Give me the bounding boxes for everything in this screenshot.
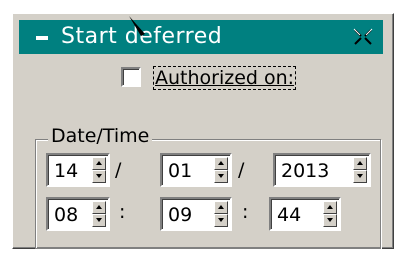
dash-icon[interactable] <box>36 36 48 40</box>
hour-spinner[interactable]: 08 <box>46 197 110 231</box>
minute-down-button[interactable] <box>214 214 228 227</box>
authorized-on-checkbox[interactable] <box>121 67 141 87</box>
hour-down-button[interactable] <box>92 214 106 227</box>
time-separator: : <box>242 201 249 223</box>
arrow-up-icon <box>218 205 224 209</box>
second-down-button[interactable] <box>323 214 337 227</box>
month-up-button[interactable] <box>214 157 228 170</box>
year-spin-buttons[interactable] <box>353 157 367 183</box>
month-spinner[interactable]: 01 <box>160 153 232 187</box>
month-value[interactable]: 01 <box>168 159 192 183</box>
month-down-button[interactable] <box>214 170 228 183</box>
date-time-group-label: Date/Time <box>48 125 153 147</box>
arrow-up-icon <box>327 205 333 209</box>
hour-value[interactable]: 08 <box>54 203 78 227</box>
second-spin-buttons[interactable] <box>323 201 337 227</box>
start-deferred-dialog: Start deferred Authorized on: Date/Time … <box>12 13 394 249</box>
year-up-button[interactable] <box>353 157 367 170</box>
arrow-up-icon <box>218 161 224 165</box>
arrow-down-icon <box>357 174 363 178</box>
hour-up-button[interactable] <box>92 201 106 214</box>
date-separator: / <box>238 159 245 181</box>
month-spin-buttons[interactable] <box>214 157 228 183</box>
minute-value[interactable]: 09 <box>168 203 192 227</box>
mouse-cursor-icon <box>129 16 145 36</box>
day-value[interactable]: 14 <box>54 159 78 183</box>
arrow-down-icon <box>327 218 333 222</box>
arrow-down-icon <box>218 174 224 178</box>
minute-spin-buttons[interactable] <box>214 201 228 227</box>
date-separator: / <box>115 159 122 181</box>
year-spinner[interactable]: 2013 <box>273 153 371 187</box>
arrow-up-icon <box>96 205 102 209</box>
arrow-up-icon <box>357 161 363 165</box>
minute-spinner[interactable]: 09 <box>160 197 232 231</box>
hour-spin-buttons[interactable] <box>92 201 106 227</box>
arrow-up-icon <box>96 161 102 165</box>
time-separator: : <box>119 201 126 223</box>
second-value[interactable]: 44 <box>277 203 301 227</box>
collapse-arrows-icon[interactable] <box>353 28 373 46</box>
day-spin-buttons[interactable] <box>92 157 106 183</box>
second-spinner[interactable]: 44 <box>269 197 341 231</box>
year-down-button[interactable] <box>353 170 367 183</box>
arrow-down-icon <box>96 218 102 222</box>
title-bar[interactable]: Start deferred <box>19 20 383 54</box>
minute-up-button[interactable] <box>214 201 228 214</box>
arrow-down-icon <box>218 218 224 222</box>
year-value[interactable]: 2013 <box>281 159 329 183</box>
second-up-button[interactable] <box>323 201 337 214</box>
authorized-on-label[interactable]: Authorized on: <box>153 66 297 90</box>
day-spinner[interactable]: 14 <box>46 153 110 187</box>
day-down-button[interactable] <box>92 170 106 183</box>
day-up-button[interactable] <box>92 157 106 170</box>
arrow-down-icon <box>96 174 102 178</box>
